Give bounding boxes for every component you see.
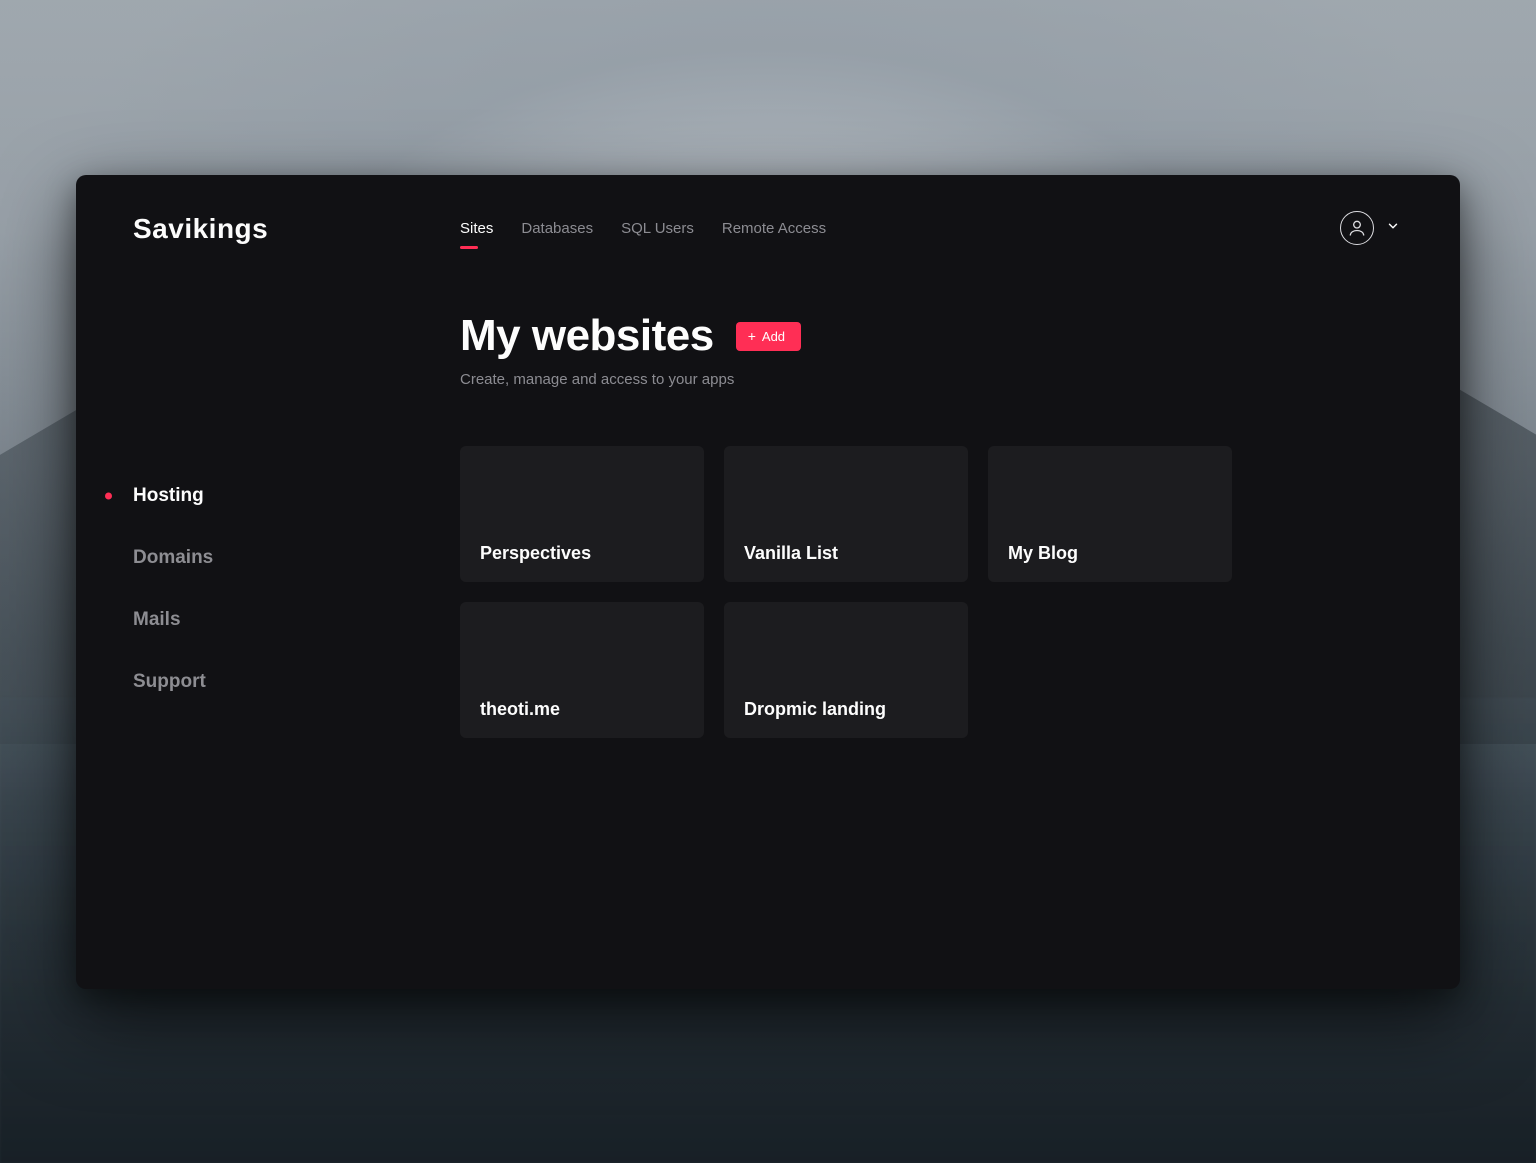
sidebar-item-mails[interactable]: Mails [133,589,460,651]
site-card-title: theoti.me [480,699,560,720]
plus-icon: + [748,329,756,343]
sidebar-item-label: Support [133,671,206,693]
sidebar-item-label: Mails [133,609,181,631]
add-site-button[interactable]: + Add [736,322,801,351]
sidebar-nav: Hosting Domains Mails Support [133,465,460,713]
main-content: Sites Databases SQL Users Remote Access … [460,175,1460,989]
tab-label: Databases [521,220,593,237]
site-card[interactable]: Vanilla List [724,446,968,582]
tab-sites[interactable]: Sites [460,220,493,249]
site-card-title: Dropmic landing [744,699,886,720]
tab-databases[interactable]: Databases [521,220,593,249]
sidebar: Savikings Hosting Domains Mails Support [76,175,460,989]
page-subtitle: Create, manage and access to your apps [460,371,1400,388]
tab-label: Sites [460,220,493,237]
tab-remote-access[interactable]: Remote Access [722,220,826,249]
sidebar-item-label: Hosting [133,485,204,507]
user-menu[interactable] [1340,211,1400,245]
page-title: My websites [460,311,714,361]
site-card[interactable]: Perspectives [460,446,704,582]
site-card-title: Vanilla List [744,543,838,564]
site-card-title: Perspectives [480,543,591,564]
sidebar-item-hosting[interactable]: Hosting [133,465,460,527]
chevron-down-icon [1386,219,1400,238]
app-window: Savikings Hosting Domains Mails Support [76,175,1460,989]
sites-grid: Perspectives Vanilla List My Blog theoti… [460,446,1400,738]
sidebar-item-domains[interactable]: Domains [133,527,460,589]
top-tabs: Sites Databases SQL Users Remote Access [460,220,1400,249]
add-button-label: Add [762,329,785,344]
tab-sql-users[interactable]: SQL Users [621,220,694,249]
site-card[interactable]: Dropmic landing [724,602,968,738]
site-card[interactable]: theoti.me [460,602,704,738]
avatar-icon [1340,211,1374,245]
tab-label: SQL Users [621,220,694,237]
sidebar-item-label: Domains [133,547,213,569]
site-card-title: My Blog [1008,543,1078,564]
tab-label: Remote Access [722,220,826,237]
sidebar-item-support[interactable]: Support [133,651,460,713]
active-dot-icon [105,493,112,500]
site-card[interactable]: My Blog [988,446,1232,582]
brand-logo: Savikings [133,213,460,245]
